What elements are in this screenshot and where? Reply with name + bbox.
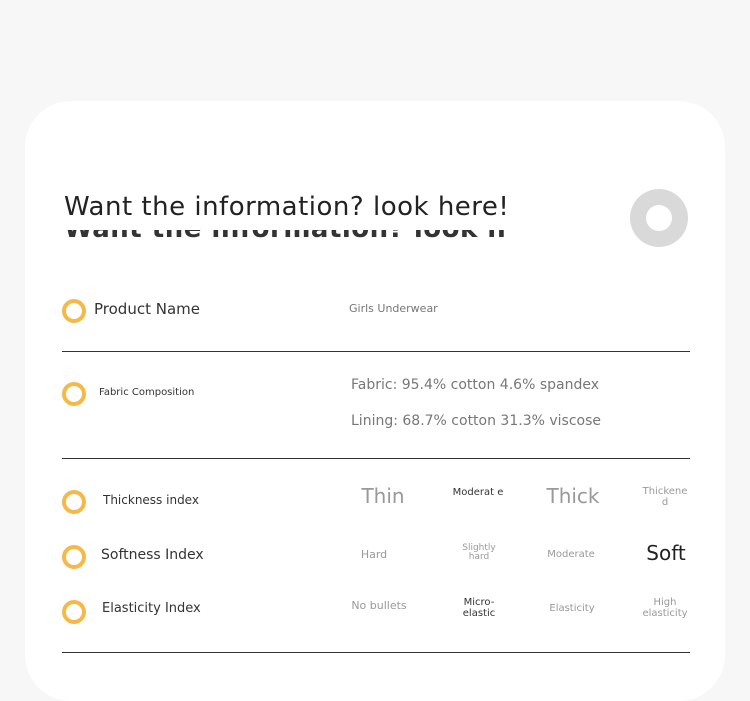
- divider: [62, 458, 690, 459]
- thickness-option-thin: Thin: [361, 484, 405, 508]
- bullet-ring-icon: [62, 382, 86, 406]
- divider: [62, 351, 690, 352]
- product-name-label: Product Name: [94, 300, 200, 318]
- thickness-index-label: Thickness index: [103, 493, 199, 507]
- elasticity-option-elasticity: Elasticity: [549, 603, 595, 614]
- thickness-option-thick: Thick: [546, 484, 600, 508]
- bullet-ring-icon: [62, 299, 86, 323]
- elasticity-option-no-bullets: No bullets: [351, 599, 407, 612]
- bullet-ring-icon: [62, 600, 86, 624]
- softness-option-hard: Hard: [360, 548, 388, 561]
- thickness-option-moderate: Moderat e: [452, 487, 504, 498]
- headline-ghost-text: Want the information? look here!: [64, 230, 504, 238]
- softness-index-label: Softness Index: [101, 547, 204, 563]
- headline: Want the information? look here!: [64, 192, 510, 222]
- fabric-line: Fabric: 95.4% cotton 4.6% spandex: [351, 377, 599, 393]
- elasticity-option-high-elasticity: High elasticity: [642, 597, 688, 619]
- divider: [62, 652, 690, 653]
- thickness-option-thickened: Thickene d: [642, 486, 688, 508]
- elasticity-index-label: Elasticity Index: [102, 601, 201, 616]
- fabric-composition-label: Fabric Composition: [99, 387, 195, 398]
- softness-option-slightly-hard: Slightly hard: [462, 543, 496, 563]
- headline-ghost-strip: Want the information? look here!: [64, 230, 504, 238]
- bullet-ring-icon: [62, 490, 86, 514]
- softness-option-soft: Soft: [646, 541, 686, 565]
- softness-option-moderate: Moderate: [547, 549, 595, 560]
- elasticity-option-micro-elastic: Micro-elastic: [462, 597, 496, 619]
- bullet-ring-icon: [62, 545, 86, 569]
- lining-line: Lining: 68.7% cotton 31.3% viscose: [351, 413, 601, 429]
- ring-icon: [630, 189, 688, 247]
- product-name-value: Girls Underwear: [349, 302, 438, 315]
